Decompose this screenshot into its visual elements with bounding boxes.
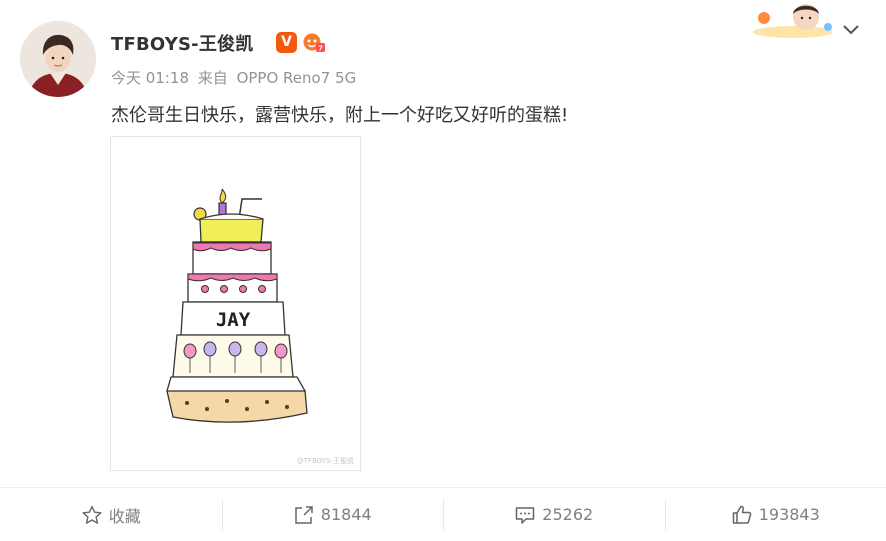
like-count: 193843 <box>758 505 820 524</box>
favorite-label: 收藏 <box>108 506 141 526</box>
avatar[interactable] <box>20 21 96 97</box>
source-device[interactable]: OPPO Reno7 5G <box>237 69 357 87</box>
chevron-down-icon[interactable] <box>840 19 862 39</box>
source-prefix: 来自 <box>197 69 228 87</box>
post-meta: 今天 01:18 来自 OPPO Reno7 5G <box>111 67 360 88</box>
thumbs-up-icon <box>731 504 753 526</box>
post-text: 杰伦哥生日快乐，露营快乐，附上一个好吃又好听的蛋糕! <box>111 105 569 126</box>
verified-badge-icon[interactable]: V <box>276 32 297 53</box>
user-badges: V 7 <box>276 32 325 53</box>
repost-button[interactable]: 81844 <box>221 498 444 531</box>
fan-badge-icon[interactable]: 7 <box>302 32 325 53</box>
repost-count: 81844 <box>320 505 372 524</box>
comment-icon <box>514 504 536 526</box>
like-button[interactable]: 193843 <box>664 498 886 531</box>
image-watermark: @TFBOYS-王俊凯 <box>296 457 354 465</box>
cake-text: JAY <box>216 309 251 331</box>
svg-text:7: 7 <box>318 45 323 53</box>
weibo-post-card: TFBOYS-王俊凯 V 7 今天 01:18 来自 OPPO Reno7 5G… <box>0 0 886 541</box>
comment-count: 25262 <box>542 505 594 524</box>
favorite-button[interactable]: 收藏 <box>0 499 222 531</box>
action-bar: 收藏 81844 25262 193843 <box>0 487 886 541</box>
post-image[interactable]: JAY @TFBOYS-王俊凯 <box>110 136 361 471</box>
username[interactable]: TFBOYS-王俊凯 <box>111 30 253 56</box>
share-arrow-icon <box>293 504 315 526</box>
cake-drawing: JAY <box>166 188 308 423</box>
star-outline-icon <box>81 504 103 526</box>
decoration-pendant[interactable] <box>752 0 834 38</box>
post-time[interactable]: 今天 01:18 <box>111 69 189 87</box>
comment-button[interactable]: 25262 <box>443 498 665 531</box>
